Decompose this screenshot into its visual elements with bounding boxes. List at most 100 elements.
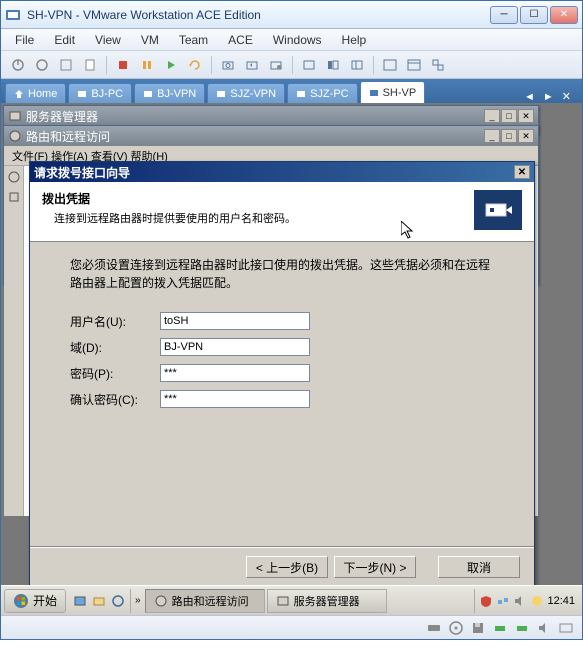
password-input[interactable] [160,364,310,382]
wizard-form: 用户名(U): 域(D): 密码(P): 确认密码(C): [70,312,494,408]
ie-icon[interactable] [109,592,127,610]
wizard-close-button[interactable]: ✕ [514,165,530,179]
maximize-button[interactable]: ☐ [520,6,548,24]
quicklaunch-overflow[interactable]: » [133,595,143,606]
show-desktop-icon[interactable] [71,592,89,610]
menu-file[interactable]: File [5,31,44,49]
tab-bj-pc[interactable]: BJ-PC [68,83,132,103]
minimize-button[interactable]: ─ [490,6,518,24]
routing-nav [4,166,24,516]
sound-icon[interactable] [536,620,552,636]
server-manager-icon [276,594,290,608]
menu-ace[interactable]: ACE [218,31,263,49]
routing-icon [8,129,22,143]
stop-button[interactable] [112,54,134,76]
clock[interactable]: 12:41 [547,595,575,607]
back-button[interactable]: < 上一步(B) [246,556,328,578]
close-icon[interactable]: ✕ [518,129,534,143]
confirm-password-input[interactable] [160,390,310,408]
snapshot-button[interactable] [217,54,239,76]
favorites-button[interactable] [346,54,368,76]
minimize-icon[interactable]: _ [484,109,500,123]
vmware-statusbar [1,615,582,639]
revert-button[interactable] [241,54,263,76]
vmtools-icon[interactable] [558,620,574,636]
routing-title: 路由和远程访问 [26,128,484,145]
quicklaunch [68,589,131,613]
menu-vm[interactable]: VM [131,31,169,49]
nic2-icon[interactable] [514,620,530,636]
window-title: SH-VPN - VMware Workstation ACE Edition [27,8,490,22]
tab-home[interactable]: Home [5,83,66,103]
nic-icon[interactable] [492,620,508,636]
menu-windows[interactable]: Windows [263,31,332,49]
volume-tray-icon[interactable] [513,594,527,608]
toolbar [1,51,582,79]
confirm-password-label: 确认密码(C): [70,391,160,408]
new-button[interactable] [79,54,101,76]
wizard-titlebar[interactable]: 请求拨号接口向导 ✕ [30,162,534,182]
username-label: 用户名(U): [70,313,160,330]
home-icon [14,89,24,99]
maximize-icon[interactable]: □ [501,109,517,123]
maximize-icon[interactable]: □ [501,129,517,143]
manage-snapshot-button[interactable] [265,54,287,76]
window-titlebar[interactable]: SH-VPN - VMware Workstation ACE Edition … [1,1,582,29]
wizard-header-title: 拨出凭据 [42,190,474,207]
acquire-button[interactable] [55,54,77,76]
power-off-button[interactable] [7,54,29,76]
wizard-header-sub: 连接到远程路由器时提供要使用的用户名和密码。 [42,210,474,226]
close-button[interactable]: ✕ [550,6,578,24]
server-manager-icon [8,109,22,123]
server-manager-title: 服务器管理器 [26,108,484,125]
quickswitch-button[interactable] [403,54,425,76]
vm-icon [369,88,379,98]
server-node-icon[interactable] [7,190,21,204]
username-input[interactable] [160,312,310,330]
tab-sh-vp[interactable]: SH-VP [360,81,426,103]
start-button[interactable]: 开始 [4,589,66,613]
task-routing[interactable]: 路由和远程访问 [145,589,265,613]
info-tray-icon[interactable] [530,594,544,608]
floppy-icon[interactable] [470,620,486,636]
domain-input[interactable] [160,338,310,356]
menu-team[interactable]: Team [169,31,218,49]
close-icon[interactable]: ✕ [518,109,534,123]
menu-help[interactable]: Help [332,31,377,49]
tab-sjz-pc[interactable]: SJZ-PC [287,83,358,103]
menu-view[interactable]: View [85,31,131,49]
menubar: File Edit View VM Team ACE Windows Help [1,29,582,51]
security-tray-icon[interactable] [479,594,493,608]
tab-scroll-right[interactable]: ► [540,91,557,103]
tab-bj-vpn[interactable]: BJ-VPN [134,83,205,103]
cancel-button[interactable]: 取消 [438,556,520,578]
network-tray-icon[interactable] [496,594,510,608]
tab-sjz-vpn[interactable]: SJZ-VPN [207,83,285,103]
routing-icon [154,594,168,608]
tab-close[interactable]: ✕ [559,90,574,103]
sidebar-button[interactable] [322,54,344,76]
system-tray: 12:41 [474,589,579,613]
pause-button[interactable] [136,54,158,76]
network-icon[interactable] [7,170,21,184]
menu-edit[interactable]: Edit [44,31,85,49]
guest-display[interactable]: 服务器管理器 _ □ ✕ 路由和远程访问 _ □ ✕ 文件(F) 操 [1,103,582,615]
vm-tabs: Home BJ-PC BJ-VPN SJZ-VPN SJZ-PC SH-VP ◄… [1,79,582,103]
vmware-window: SH-VPN - VMware Workstation ACE Edition … [0,0,583,640]
show-console-button[interactable] [298,54,320,76]
play-button[interactable] [160,54,182,76]
unity-button[interactable] [427,54,449,76]
wizard-header: 拨出凭据 连接到远程路由器时提供要使用的用户名和密码。 [30,182,534,242]
tab-scroll-left[interactable]: ◄ [521,91,538,103]
cd-icon[interactable] [448,620,464,636]
power-on-button[interactable] [31,54,53,76]
next-button[interactable]: 下一步(N) > [334,556,416,578]
task-server-manager[interactable]: 服务器管理器 [267,589,387,613]
minimize-icon[interactable]: _ [484,129,500,143]
guest-taskbar: 开始 » 路由和远程访问 服务器管理器 12:41 [1,585,582,615]
vm-icon [77,89,87,99]
explorer-icon[interactable] [90,592,108,610]
fullscreen-button[interactable] [379,54,401,76]
reset-button[interactable] [184,54,206,76]
hdd-icon[interactable] [426,620,442,636]
